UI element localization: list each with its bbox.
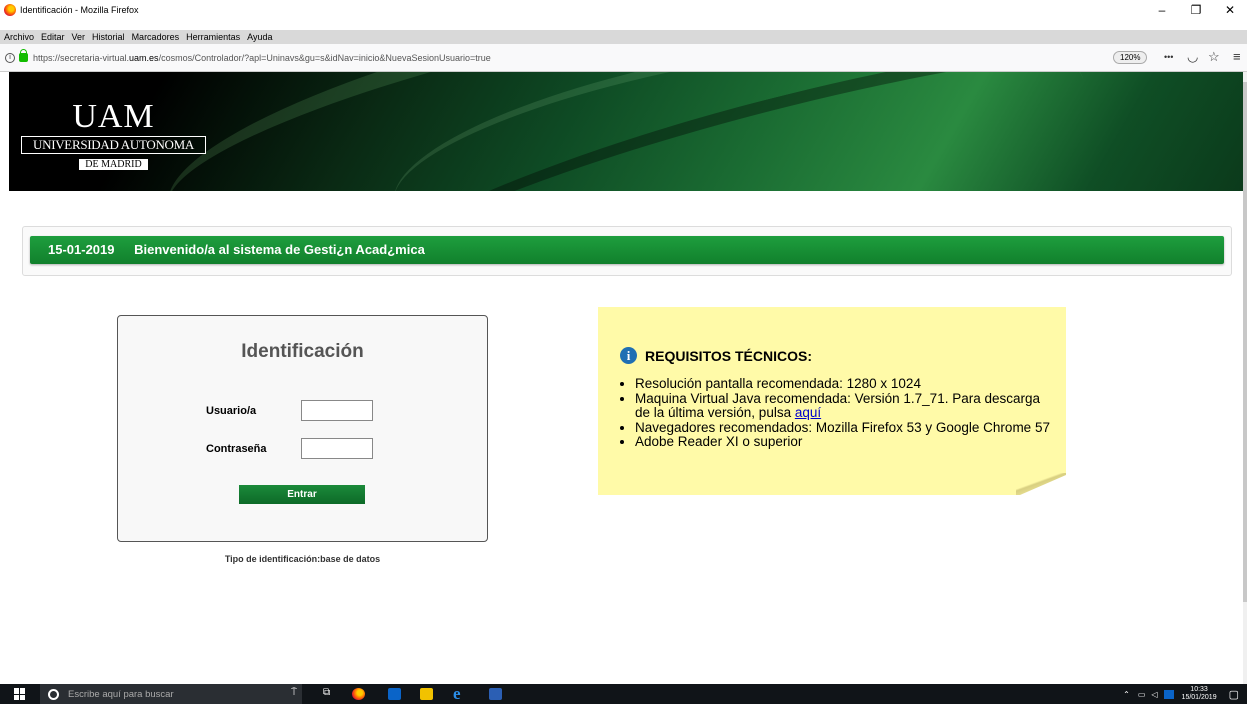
window-titlebar: Identificación - Mozilla Firefox – ❐ ✕ [0,0,1247,20]
pocket-icon[interactable]: ◡ [1187,49,1198,65]
cortana-icon [48,688,59,700]
requirement-java: Maquina Virtual Java recomendada: Versió… [635,391,1055,421]
login-heading: Identificación [241,341,364,362]
firefox-taskbar-icon[interactable] [352,688,365,700]
menu-bar: Archivo Editar Ver Historial Marcadores … [0,30,1247,44]
file-explorer-icon[interactable] [420,688,433,700]
login-submit-button[interactable]: Entrar [239,485,365,504]
logo-city: DE MADRID [79,159,148,170]
zoom-indicator[interactable]: 120% [1113,51,1148,64]
info-icon: i [620,347,637,364]
id-type-text: Tipo de identificación:base de datos [224,554,381,564]
microphone-icon[interactable]: ⍑ [291,687,297,698]
internet-explorer-icon[interactable]: e [453,684,461,704]
window-title: Identificación - Mozilla Firefox [20,5,139,15]
tray-chevron-icon[interactable]: ⌃ [1123,690,1130,699]
requirements-title: REQUISITOS TÉCNICOS: [645,347,812,364]
logo-uam: UAM [72,98,155,135]
requirement-browsers: Navegadores recomendados: Mozilla Firefo… [635,420,1055,436]
welcome-message: Bienvenido/a al sistema de Gesti¿n Acad¿… [134,242,425,257]
hamburger-menu-icon[interactable]: ≡ [1233,49,1241,64]
user-label: Usuario/a [206,405,257,417]
welcome-bar: 15-01-2019 Bienvenido/a al sistema de Ge… [30,236,1224,264]
network-icon[interactable]: ▭ [1138,690,1146,699]
java-download-link[interactable]: aquí [795,405,821,420]
menu-ayuda[interactable]: Ayuda [247,32,272,42]
outlook-tray-icon[interactable] [1163,689,1174,699]
vertical-scrollbar[interactable] [1243,72,1247,684]
window-controls: – ❐ ✕ [1145,0,1247,20]
requirements-heading: i REQUISITOS TÉCNICOS: [620,347,812,364]
password-input[interactable] [301,438,373,459]
taskbar-search-placeholder: Escribe aquí para buscar [68,688,174,700]
notifications-icon[interactable]: ▢ [1229,688,1239,701]
requirements-note: i REQUISITOS TÉCNICOS: Resolución pantal… [598,307,1066,495]
lock-icon[interactable] [19,49,28,62]
clock-time: 10:33 [1190,686,1208,693]
volume-icon[interactable]: ◁ [1151,690,1157,699]
url-field[interactable]: https://secretaria-virtual.uam.es/cosmos… [33,53,491,63]
menu-ver[interactable]: Ver [72,32,86,42]
windows-taskbar: Escribe aquí para buscar ⍑ ⧉ e ⌃ ▭ ◁ 10:… [0,684,1247,704]
login-form: Identificación Usuario/a Contraseña Entr… [117,315,488,542]
bookmark-star-icon[interactable]: ☆ [1208,49,1220,65]
task-view-icon[interactable]: ⧉ [323,687,330,698]
requirement-adobe: Adobe Reader XI o superior [635,434,1055,450]
page-curl [1020,475,1066,495]
clock[interactable]: 10:33 15/01/2019 [1182,686,1217,702]
uam-logo[interactable]: UAM UNIVERSIDAD AUTONOMA DE MADRID [21,100,206,172]
requirements-list: Resolución pantalla recomendada: 1280 x … [635,376,1055,450]
user-input[interactable] [301,400,373,421]
menu-marcadores[interactable]: Marcadores [132,32,180,42]
requirement-resolution: Resolución pantalla recomendada: 1280 x … [635,376,1055,392]
header-banner: UAM UNIVERSIDAD AUTONOMA DE MADRID [9,72,1243,191]
menu-historial[interactable]: Historial [92,32,125,42]
menu-herramientas[interactable]: Herramientas [186,32,240,42]
address-bar: i https://secretaria-virtual.uam.es/cosm… [0,44,1247,72]
page-actions-icon[interactable]: ••• [1164,52,1173,62]
clock-date: 15/01/2019 [1181,694,1217,701]
current-date: 15-01-2019 [48,242,115,257]
menu-editar[interactable]: Editar [41,32,65,42]
firefox-logo-icon [4,4,16,16]
page-info-icon[interactable]: i [5,52,15,63]
word-taskbar-icon[interactable] [489,688,502,700]
scrollbar-thumb[interactable] [1243,82,1247,602]
logo-university: UNIVERSIDAD AUTONOMA [21,136,206,154]
welcome-panel: 15-01-2019 Bienvenido/a al sistema de Ge… [22,226,1232,276]
system-tray: ⌃ ▭ ◁ 10:33 15/01/2019 ▢ [1123,684,1247,704]
outlook-taskbar-icon[interactable] [388,688,401,700]
windows-start-icon[interactable] [14,688,26,700]
taskbar-search[interactable]: Escribe aquí para buscar [40,684,302,704]
close-button[interactable]: ✕ [1213,0,1247,20]
menu-archivo[interactable]: Archivo [4,32,34,42]
password-label: Contraseña [206,443,267,455]
minimize-button[interactable]: – [1145,0,1179,20]
restore-button[interactable]: ❐ [1179,0,1213,20]
